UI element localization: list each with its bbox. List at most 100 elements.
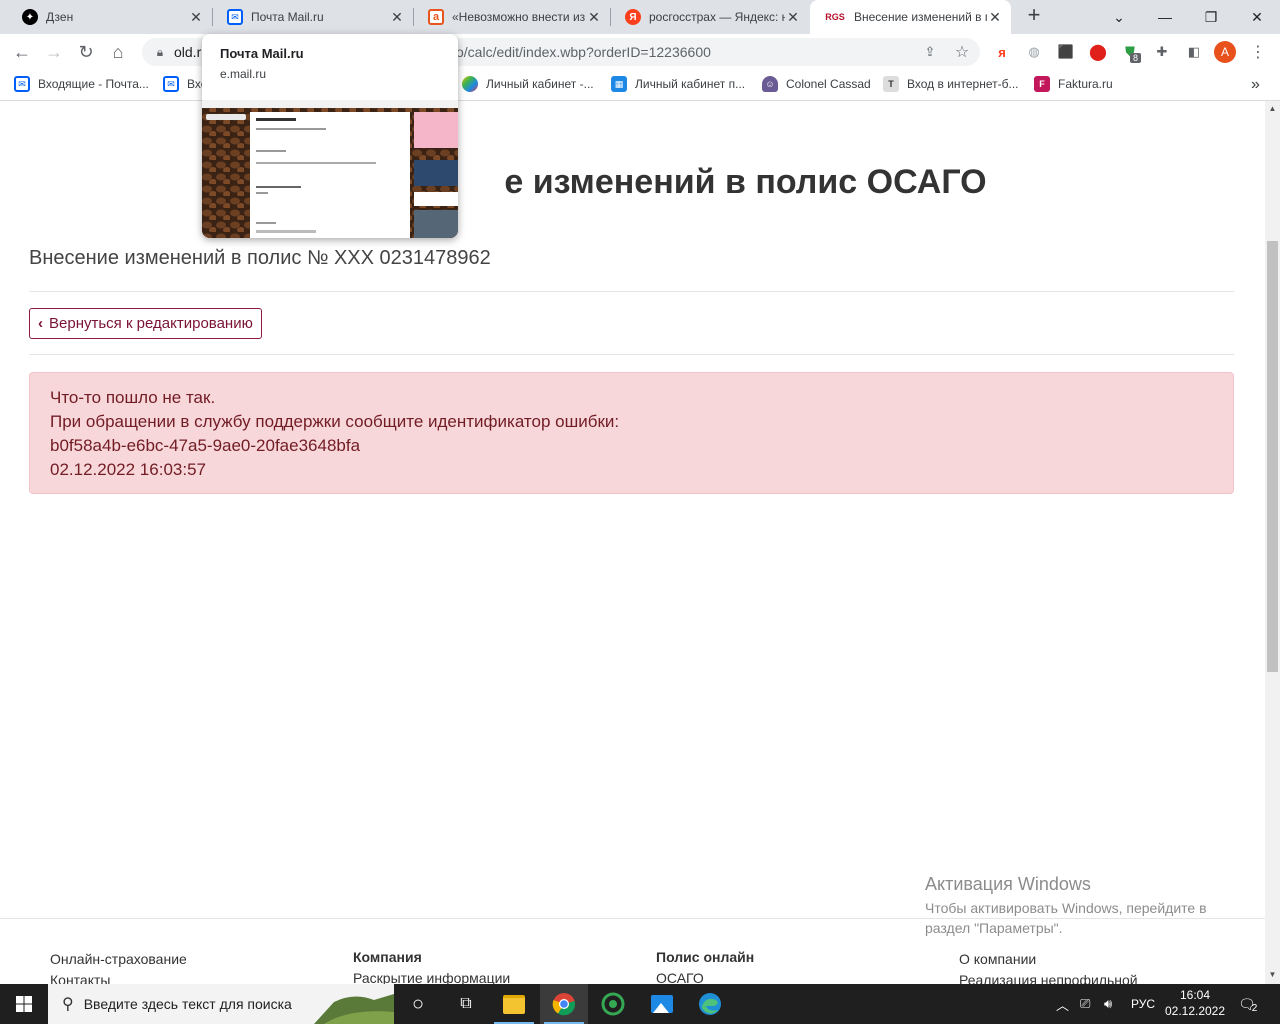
tab-rgs-active[interactable]: RGS Внесение изменений в п ✕ xyxy=(810,0,1011,34)
bookmark-inbox[interactable]: ✉ Входящие - Почта... xyxy=(14,76,149,92)
footer-col-4: О компании Реализация непрофильной xyxy=(959,949,1138,984)
close-tab-icon[interactable]: ✕ xyxy=(389,9,405,26)
photos-icon xyxy=(651,995,673,1013)
share-icon[interactable]: ⇪ xyxy=(920,42,940,62)
language-indicator[interactable]: РУС xyxy=(1131,984,1155,1024)
home-icon[interactable]: ⌂ xyxy=(106,40,130,64)
tab-nevozmozhno[interactable]: a «Невозможно внести из ✕ xyxy=(414,0,610,34)
forward-icon[interactable]: → xyxy=(42,40,66,64)
tab-hover-card: Почта Mail.ru e.mail.ru xyxy=(202,34,458,238)
yandex-extension-icon[interactable]: я xyxy=(992,42,1012,62)
close-window-button[interactable]: ✕ xyxy=(1234,0,1280,34)
footer-link[interactable]: О компании xyxy=(959,949,1138,970)
volume-icon[interactable]: 🔊︎ xyxy=(1104,984,1112,1024)
person-icon: ☺ xyxy=(762,76,778,92)
footer-heading: Компания xyxy=(353,949,422,965)
windows-taskbar: ⚲ Введите здесь текст для поиска ○ ⧉ ︿ ⎚… xyxy=(0,984,1280,1024)
bookmark-star-icon[interactable]: ☆ xyxy=(952,42,972,62)
taskbar-search-box[interactable]: ⚲ Введите здесь текст для поиска xyxy=(48,984,394,1024)
photos-taskbar-icon[interactable] xyxy=(638,984,686,1024)
close-tab-icon[interactable]: ✕ xyxy=(987,9,1003,26)
tab-dzen[interactable]: ✦ Дзен ✕ xyxy=(8,0,212,34)
tab-title: Внесение изменений в п xyxy=(854,10,987,24)
bookmark-label: Входящие - Почта... xyxy=(38,77,149,91)
tab-mail[interactable]: ✉ Почта Mail.ru ✕ xyxy=(213,0,413,34)
mail-icon: ✉ xyxy=(227,9,243,25)
divider xyxy=(29,354,1234,355)
url-text-start[interactable]: old.r xyxy=(174,44,201,60)
globe-extension-icon[interactable]: ◍ xyxy=(1024,42,1044,62)
scroll-down-icon[interactable]: ▼ xyxy=(1265,967,1280,982)
restore-button[interactable]: ❐ xyxy=(1188,0,1234,34)
footer-link[interactable]: Онлайн-страхование xyxy=(50,949,187,970)
error-timestamp: 02.12.2022 16:03:57 xyxy=(50,460,206,479)
rgs-icon: RGS xyxy=(825,12,845,22)
colorful-dots-icon xyxy=(462,76,478,92)
tab-yandex[interactable]: Я росгосстрах — Яндекс: н ✕ xyxy=(611,0,809,34)
footer-link[interactable]: Раскрытие информации xyxy=(353,968,510,984)
footer-link[interactable]: Контакты xyxy=(50,970,187,984)
watermark-line: Чтобы активировать Windows, перейдите в xyxy=(925,900,1207,916)
scroll-thumb[interactable] xyxy=(1267,241,1278,672)
minimize-button[interactable]: — xyxy=(1142,0,1188,34)
close-tab-icon[interactable]: ✕ xyxy=(586,9,602,26)
reload-icon[interactable]: ↻ xyxy=(74,40,98,64)
mountain-shape xyxy=(653,1003,669,1013)
bookmark-internet-bank[interactable]: T Вход в интернет-б... xyxy=(883,76,1019,92)
system-clock[interactable]: 16:04 02.12.2022 xyxy=(1160,987,1230,1019)
alert-line: При обращении в службу поддержки сообщит… xyxy=(50,412,620,431)
bookmark-label: Личный кабинет п... xyxy=(635,77,746,91)
file-explorer-icon[interactable] xyxy=(490,984,538,1024)
extensions-puzzle-icon[interactable]: ✚ xyxy=(1152,42,1172,62)
bookmark-personal-cabinet-2[interactable]: ▦ Личный кабинет п... xyxy=(611,76,745,92)
new-tab-button[interactable]: + xyxy=(1022,4,1046,28)
footer-col-1: Онлайн-страхование Контакты xyxy=(50,949,187,984)
policy-subheading: Внесение изменений в полис № XXX 0231478… xyxy=(29,247,491,269)
irecommend-icon: a xyxy=(428,9,444,25)
building-icon: ▦ xyxy=(611,76,627,92)
edge-taskbar-icon[interactable] xyxy=(686,984,734,1024)
tab-title: росгосстрах — Яндекс: н xyxy=(649,10,785,24)
footer-col-3: Полис онлайн ОСАГО xyxy=(656,947,754,984)
notification-center-icon[interactable]: 🗨︎ 2 xyxy=(1238,984,1257,1024)
show-hidden-icons-button[interactable]: ︿ xyxy=(1056,984,1069,1024)
start-button[interactable] xyxy=(0,984,48,1024)
puzzle-box-extension-icon[interactable]: ⬛ xyxy=(1056,42,1076,62)
cortana-icon[interactable]: ○ xyxy=(394,984,442,1024)
bookmark-personal-cabinet-1[interactable]: Личный кабинет -... xyxy=(462,76,594,92)
chromium-taskbar-icon[interactable] xyxy=(589,984,637,1024)
page-heading: е изменений в полис ОСАГО xyxy=(0,163,1265,202)
opera-extension-icon[interactable]: ⬤ xyxy=(1088,42,1108,62)
menu-kebab-icon[interactable]: ⋮ xyxy=(1248,42,1268,62)
back-to-edit-label: Вернуться к редактированию xyxy=(49,315,253,332)
scroll-up-icon[interactable]: ▲ xyxy=(1265,101,1280,116)
footer-link[interactable]: ОСАГО xyxy=(656,968,754,984)
dzen-icon: ✦ xyxy=(22,9,38,25)
chrome-icon xyxy=(552,993,576,1016)
profile-avatar[interactable]: A xyxy=(1214,41,1236,63)
back-to-edit-button[interactable]: ‹ Вернуться к редактированию xyxy=(29,308,262,339)
bookmark-label: Личный кабинет -... xyxy=(486,77,594,91)
back-icon[interactable]: ← xyxy=(10,40,34,64)
lock-icon[interactable]: 🔒︎ xyxy=(148,40,172,64)
bank-logo-icon: T xyxy=(883,76,899,92)
web-page: е изменений в полис ОСАГО Внесение измен… xyxy=(0,101,1265,984)
footer-link[interactable]: Реализация непрофильной xyxy=(959,970,1138,984)
chevron-left-icon: ‹ xyxy=(38,315,43,332)
bookmark-colonel-cassad[interactable]: ☺ Colonel Cassad xyxy=(762,76,871,92)
network-icon[interactable]: ⎚ xyxy=(1080,984,1090,1024)
tab-preview-thumbnail xyxy=(202,100,458,238)
url-text-end[interactable]: o/calc/edit/index.wbp?orderID=12236600 xyxy=(456,44,711,60)
bookmarks-overflow-button[interactable]: » xyxy=(1251,76,1260,94)
bookmark-inbox-2[interactable]: ✉ Вхо xyxy=(163,76,207,92)
bookmark-faktura[interactable]: F Faktura.ru xyxy=(1034,76,1113,92)
divider xyxy=(29,291,1234,292)
tab-search-button[interactable]: ⌄ xyxy=(1096,0,1142,34)
page-scrollbar[interactable]: ▲ ▼ xyxy=(1265,101,1280,984)
side-panel-icon[interactable]: ◧ xyxy=(1184,42,1204,62)
error-id: b0f58a4b-e6bc-47a5-9ae0-20fae3648bfa xyxy=(50,436,361,455)
close-tab-icon[interactable]: ✕ xyxy=(188,9,204,26)
chrome-taskbar-icon[interactable] xyxy=(540,984,588,1024)
close-tab-icon[interactable]: ✕ xyxy=(785,9,801,26)
task-view-icon[interactable]: ⧉ xyxy=(442,984,490,1024)
